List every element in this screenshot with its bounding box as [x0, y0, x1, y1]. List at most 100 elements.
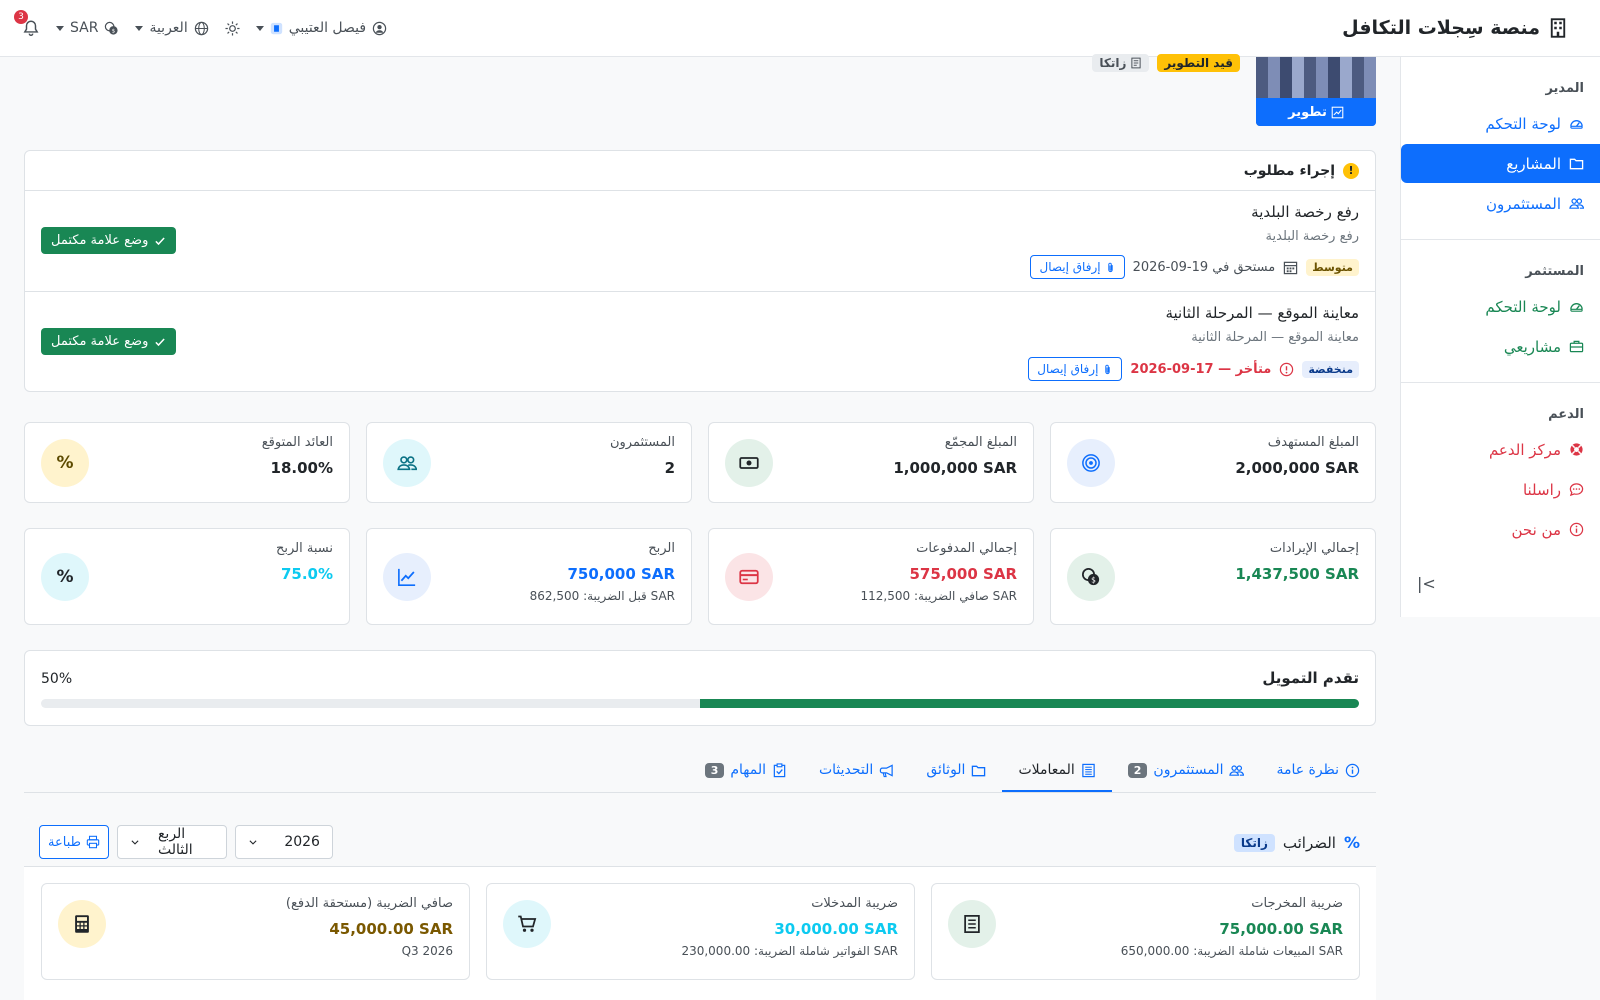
- sidebar-item-my-projects[interactable]: مشاريعي: [1401, 327, 1600, 366]
- coins-icon: $: [104, 21, 119, 36]
- tab-label: المعاملات: [1018, 762, 1075, 778]
- quarter-value: الربع الثالث: [157, 826, 193, 858]
- people-icon: [1229, 763, 1245, 778]
- user-name: فيصل العتيبي: [288, 20, 367, 36]
- theme-toggle[interactable]: [225, 20, 240, 36]
- sidebar-heading-investor: المستثمر: [1525, 264, 1584, 279]
- action-required-card: ! إجراء مطلوب رفع رخصة البلدية رفع رخصة …: [24, 150, 1376, 392]
- year-select[interactable]: 2026: [234, 825, 333, 859]
- app-brand[interactable]: منصة سِجلات التكافل: [1342, 17, 1568, 39]
- year-value: 2026: [284, 834, 320, 850]
- project-tabs: نظرة عامة المستثمرون 2 المعاملات الوثائق…: [24, 750, 1376, 793]
- task-item: معاينة الموقع — المرحلة الثانية معاينة ا…: [25, 292, 1375, 393]
- sidebar-heading-admin: المدير: [1545, 81, 1584, 96]
- attach-receipt-label: إرفاق إيصال: [1037, 362, 1099, 376]
- sidebar-item-about[interactable]: من نحن: [1401, 510, 1600, 549]
- sidebar-item-projects[interactable]: المشاريع: [1401, 144, 1600, 183]
- calendar-icon: [1283, 260, 1298, 275]
- attach-receipt-label: إرفاق إيصال: [1039, 260, 1101, 274]
- stat-value: 750,000 SAR: [567, 565, 675, 583]
- project-status-label: تطوير: [1288, 104, 1327, 120]
- globe-icon: [194, 21, 209, 36]
- tax-card-subtext: المبيعات شاملة الضريبة: 650,000.00 SAR: [1120, 944, 1343, 958]
- attach-receipt-button[interactable]: إرفاق إيصال: [1030, 255, 1125, 279]
- project-cover-image: تطوير: [1256, 57, 1376, 126]
- sidebar-item-label: مركز الدعم: [1488, 440, 1561, 459]
- tax-card-value: 75,000.00 SAR: [1219, 920, 1343, 938]
- stat-label: العائد المتوقع: [261, 435, 333, 450]
- tab-documents[interactable]: الوثائق: [910, 750, 1002, 792]
- tab-investors[interactable]: المستثمرون 2: [1112, 750, 1261, 792]
- taxes-controls: طباعة الربع الثالث 2026: [39, 825, 333, 859]
- taxes-card: % الضرائب زاتكا طباعة الربع الثالث 2026: [24, 817, 1376, 1000]
- sidebar-item-investors[interactable]: المستثمرون: [1401, 184, 1600, 223]
- task-meta: متوسط مستحق في 19-09-2026 إرفاق إيصال: [1030, 255, 1359, 279]
- top-bar: منصة سِجلات التكافل فيصل العتيبي العربية…: [0, 0, 1600, 57]
- task-title: معاينة الموقع — المرحلة الثانية: [1165, 304, 1359, 322]
- exclamation-circle-icon: [1279, 362, 1294, 377]
- stat-card-raised: المبلغ المجمّع 1,000,000 SAR: [708, 422, 1034, 503]
- chevron-down-icon: [130, 837, 140, 847]
- calculator-icon: [58, 900, 106, 948]
- sidebar-item-label: مشاريعي: [1503, 337, 1561, 356]
- taxes-header: % الضرائب زاتكا طباعة الربع الثالث 2026: [24, 817, 1376, 867]
- clipboard-check-icon: [772, 762, 787, 778]
- notifications-button[interactable]: 3: [14, 10, 40, 38]
- task-due-date: مستحق في 19-09-2026: [1132, 259, 1276, 275]
- zatca-tag: زاتكا: [1092, 54, 1150, 72]
- printer-icon: [86, 835, 100, 849]
- tab-count-badge: 2: [1127, 762, 1148, 778]
- chat-icon: [1569, 482, 1584, 497]
- tab-transactions[interactable]: المعاملات: [1002, 750, 1112, 792]
- mark-complete-button[interactable]: وضع علامة مكتمل: [41, 227, 177, 254]
- stat-value: 18.00%: [270, 459, 333, 477]
- task-description: معاينة الموقع — المرحلة الثانية: [1191, 330, 1359, 345]
- ledger-icon: [1081, 763, 1096, 778]
- sidebar-item-investor-dashboard[interactable]: لوحة التحكم: [1401, 287, 1600, 326]
- stat-value: 1,000,000 SAR: [893, 459, 1017, 477]
- mark-complete-button[interactable]: وضع علامة مكتمل: [41, 328, 177, 355]
- user-menu[interactable]: فيصل العتيبي: [255, 20, 387, 36]
- user-circle-icon: [372, 21, 387, 36]
- task-item: رفع رخصة البلدية رفع رخصة البلدية متوسط …: [25, 191, 1375, 292]
- print-label: طباعة: [48, 834, 81, 850]
- sidebar-collapse-button[interactable]: |<: [1417, 574, 1436, 593]
- tab-overview[interactable]: نظرة عامة: [1260, 750, 1376, 792]
- funding-progress-percent: 50%: [41, 671, 73, 687]
- speedometer-icon: [1569, 116, 1584, 131]
- tab-label: الوثائق: [926, 762, 966, 778]
- percent-icon: %: [1343, 833, 1360, 852]
- currency-menu[interactable]: $ SAR: [56, 20, 119, 36]
- language-menu[interactable]: العربية: [135, 20, 208, 36]
- tab-updates[interactable]: التحديثات: [803, 750, 910, 792]
- building-icon: [1548, 18, 1568, 38]
- tax-card-label: ضريبة المخرجات: [1251, 896, 1343, 911]
- speedometer-icon: [1569, 299, 1584, 314]
- tax-card-input: ضريبة المدخلات 30,000.00 SAR الفواتير شا…: [486, 883, 915, 980]
- attach-receipt-button[interactable]: إرفاق إيصال: [1028, 357, 1123, 381]
- percent-icon: %: [41, 439, 89, 487]
- print-button[interactable]: طباعة: [39, 825, 109, 859]
- priority-badge: متوسط: [1306, 258, 1359, 276]
- action-required-title: إجراء مطلوب: [1243, 162, 1335, 179]
- cart-icon: [503, 900, 551, 948]
- task-description: رفع رخصة البلدية: [1265, 229, 1359, 244]
- chevron-down-icon: [248, 837, 258, 847]
- stat-label: المبلغ المجمّع: [944, 435, 1017, 450]
- sidebar: المدير لوحة التحكم المشاريع المستثمرون ا…: [1400, 57, 1600, 617]
- quarter-select[interactable]: الربع الثالث: [116, 825, 227, 859]
- mark-complete-label: وضع علامة مكتمل: [51, 233, 149, 248]
- lifebuoy-icon: [1569, 442, 1584, 457]
- chevron-down-icon: [56, 25, 64, 31]
- tab-label: المهام: [730, 762, 766, 778]
- app-title: منصة سِجلات التكافل: [1342, 17, 1540, 39]
- sidebar-item-support-center[interactable]: مركز الدعم: [1401, 430, 1600, 469]
- funding-progress-card: تقدم التمويل 50%: [24, 650, 1376, 726]
- sidebar-item-admin-dashboard[interactable]: لوحة التحكم: [1401, 104, 1600, 143]
- stat-subtext: قبل الضريبة: 862,500 SAR: [529, 589, 675, 603]
- tab-tasks[interactable]: المهام 3: [689, 750, 803, 792]
- credit-card-icon: [725, 553, 773, 601]
- info-circle-icon: [1345, 763, 1360, 778]
- sidebar-item-contact[interactable]: راسلنا: [1401, 470, 1600, 509]
- stat-card-target: المبلغ المستهدف 2,000,000 SAR: [1050, 422, 1376, 503]
